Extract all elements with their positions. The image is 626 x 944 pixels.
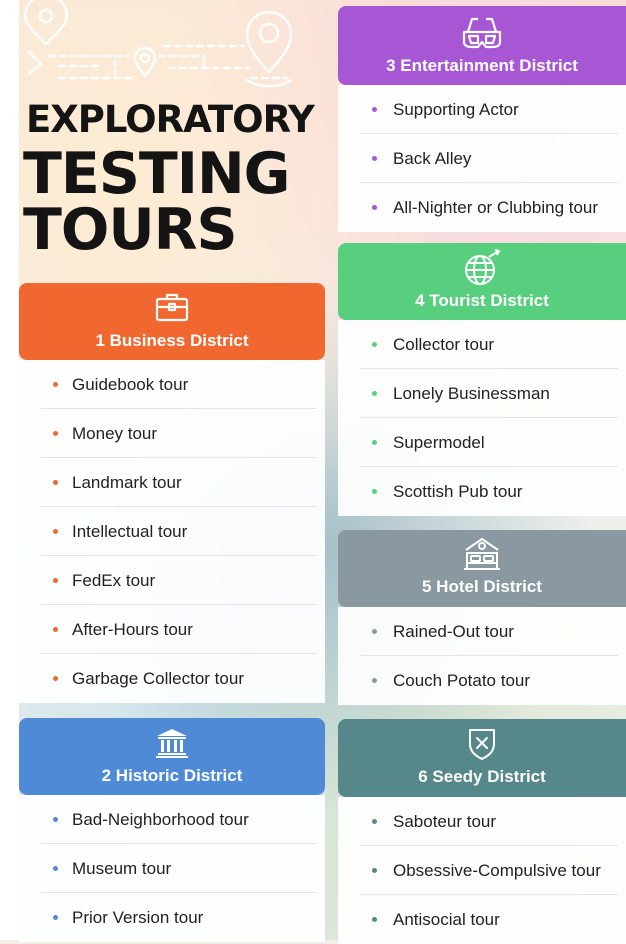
list-item: Saboteur tour bbox=[338, 797, 626, 846]
left-margin bbox=[0, 0, 19, 940]
historic-district-card: 2 Historic District Bad-Neighborhood tou… bbox=[19, 718, 325, 942]
list-item: Scottish Pub tour bbox=[338, 467, 626, 516]
list-item: Collector tour bbox=[338, 320, 626, 369]
historic-district-header: 2 Historic District bbox=[19, 718, 325, 795]
shield-x-icon bbox=[469, 729, 495, 760]
historic-tour-list: Bad-Neighborhood tour Museum tour Prior … bbox=[19, 795, 325, 942]
business-district-header: 1 Business District bbox=[19, 283, 325, 360]
business-district-card: 1 Business District Guidebook tour Money… bbox=[19, 283, 325, 703]
hotel-tour-list: Rained-Out tour Couch Potato tour bbox=[338, 607, 626, 705]
tourist-district-header: 4 Tourist District bbox=[338, 243, 626, 320]
list-item: After-Hours tour bbox=[19, 605, 325, 654]
list-item: Money tour bbox=[19, 409, 325, 458]
list-item: Intellectual tour bbox=[19, 507, 325, 556]
list-item: All-Nighter or Clubbing tour bbox=[338, 183, 626, 232]
hotel-district-card: 5 Hotel District Rained-Out tour Couch P… bbox=[338, 530, 626, 705]
hero-header: EXPLORATORY TESTING TOURS bbox=[19, 0, 324, 282]
briefcase-icon bbox=[155, 293, 189, 322]
seedy-district-card: 6 Seedy District Saboteur tour Obsessive… bbox=[338, 719, 626, 944]
business-district-title: 1 Business District bbox=[95, 331, 249, 350]
entertainment-tour-list: Supporting Actor Back Alley All-Nighter … bbox=[338, 85, 626, 232]
list-item: Rained-Out tour bbox=[338, 607, 626, 656]
seedy-district-title: 6 Seedy District bbox=[418, 767, 546, 786]
list-item: Couch Potato tour bbox=[338, 656, 626, 705]
entertainment-district-card: 3 Entertainment District Supporting Acto… bbox=[338, 6, 626, 232]
entertainment-district-title: 3 Entertainment District bbox=[386, 56, 578, 75]
list-item: Supermodel bbox=[338, 418, 626, 467]
hotel-bed-icon bbox=[464, 538, 500, 570]
list-item: Lonely Businessman bbox=[338, 369, 626, 418]
title-line-3: TOURS bbox=[23, 197, 238, 263]
list-item: Obsessive-Compulsive tour bbox=[338, 846, 626, 895]
seedy-district-header: 6 Seedy District bbox=[338, 719, 626, 797]
tourist-district-card: 4 Tourist District Collector tour Lonely… bbox=[338, 243, 626, 516]
business-tour-list: Guidebook tour Money tour Landmark tour … bbox=[19, 360, 325, 703]
list-item: Prior Version tour bbox=[19, 893, 325, 942]
list-item: Museum tour bbox=[19, 844, 325, 893]
seedy-tour-list: Saboteur tour Obsessive-Compulsive tour … bbox=[338, 797, 626, 944]
3d-glasses-icon bbox=[462, 17, 502, 49]
title-line-1: EXPLORATORY bbox=[26, 98, 315, 141]
hotel-district-title: 5 Hotel District bbox=[422, 577, 542, 596]
tourist-tour-list: Collector tour Lonely Businessman Superm… bbox=[338, 320, 626, 516]
list-item: Back Alley bbox=[338, 134, 626, 183]
list-item: Landmark tour bbox=[19, 458, 325, 507]
museum-icon bbox=[156, 729, 188, 758]
route-map-pins-icon bbox=[23, 0, 293, 88]
globe-plane-icon bbox=[465, 249, 501, 285]
historic-district-title: 2 Historic District bbox=[101, 766, 243, 785]
list-item: Garbage Collector tour bbox=[19, 654, 325, 703]
entertainment-district-header: 3 Entertainment District bbox=[338, 6, 626, 85]
hotel-district-header: 5 Hotel District bbox=[338, 530, 626, 607]
list-item: Antisocial tour bbox=[338, 895, 626, 944]
list-item: FedEx tour bbox=[19, 556, 325, 605]
list-item: Bad-Neighborhood tour bbox=[19, 795, 325, 844]
list-item: Supporting Actor bbox=[338, 85, 626, 134]
tourist-district-title: 4 Tourist District bbox=[415, 291, 549, 310]
list-item: Guidebook tour bbox=[19, 360, 325, 409]
